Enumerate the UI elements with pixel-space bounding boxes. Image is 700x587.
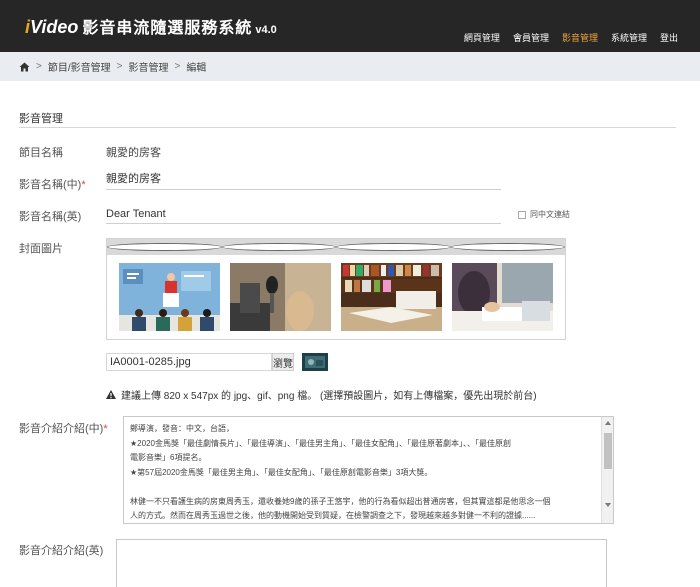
nav-member-management[interactable]: 會員管理 (513, 31, 549, 44)
top-bar: iVideo 影音串流隨選服務系統 v4.0 網頁管理 會員管理 影音管理 系統管理… (0, 0, 700, 52)
upload-hint-text: 建議上傳 820 x 547px 的 jpg、gif、png 檔。 (選擇預設圖… (121, 391, 537, 402)
upload-hint: 建議上傳 820 x 547px 的 jpg、gif、png 檔。 (選擇預設圖… (106, 387, 537, 402)
intro-zh-line: 鄭導演，發音：中文，台語， (130, 424, 234, 433)
home-icon[interactable] (19, 62, 30, 72)
cover-image-picker (106, 238, 566, 340)
breadcrumb-item-video[interactable]: 影音管理 (128, 59, 168, 74)
nav-web-management[interactable]: 網頁管理 (464, 31, 500, 44)
video-name-en-label: 影音名稱(英) (19, 211, 82, 223)
program-name-value: 親愛的房客 (106, 147, 161, 159)
intro-zh-line: 林健一不只看護生病的房東周秀玉，還收養她9歲的孫子王悠宇，他的行為看似超出普通房… (130, 496, 551, 506)
intro-zh-line: ★第57屆2020金馬獎「最佳男主角」、「最佳女配角」、「最佳原創電影音樂」3項… (130, 467, 433, 477)
cover-radio-1[interactable] (107, 243, 222, 251)
breadcrumb-separator: > (36, 61, 42, 72)
brand-logo: iVideo 影音串流隨選服務系統 v4.0 (25, 14, 277, 38)
intro-zh-line: ★2020金馬獎「最佳劇情長片」、「最佳導演」、「最佳男主角」、「最佳女配角」、… (130, 438, 511, 448)
same-as-zh-option[interactable]: 同中文連結 (518, 209, 570, 220)
cover-radio-4[interactable] (450, 243, 565, 251)
intro-en-textarea[interactable] (116, 539, 607, 587)
file-upload-row: IA0001-0285.jpg 瀏覽 (106, 353, 328, 371)
breadcrumb-separator: > (174, 61, 181, 72)
scroll-down-icon[interactable] (605, 503, 611, 507)
cover-label: 封面圖片 (19, 243, 63, 255)
brand-video: Video (30, 17, 79, 37)
nav-logout[interactable]: 登出 (660, 31, 678, 44)
cover-radio-row (107, 239, 565, 255)
intro-zh-label: 影音介紹介紹(中)* (19, 420, 108, 436)
required-mark: * (103, 423, 108, 435)
program-name-label: 節目名稱 (19, 147, 63, 159)
intro-zh-scrollbar[interactable] (601, 417, 613, 523)
top-nav: 網頁管理 會員管理 影音管理 系統管理 登出 (464, 31, 678, 44)
intro-zh-line (130, 480, 600, 495)
video-name-zh-label-text: 影音名稱(中) (19, 179, 82, 191)
video-name-zh-label: 影音名稱(中)* (19, 176, 86, 192)
breadcrumb: > 節目/影音管理 > 影音管理 > 編輯 (0, 52, 700, 81)
browse-button[interactable]: 瀏覽 (272, 353, 294, 371)
video-name-en-input[interactable]: Dear Tenant (106, 204, 501, 224)
cover-image-microphone[interactable] (230, 263, 331, 331)
same-as-zh-checkbox[interactable] (518, 210, 526, 219)
nav-system-management[interactable]: 系統管理 (611, 31, 647, 44)
video-name-zh-input[interactable]: 親愛的房客 (106, 170, 501, 190)
cover-preview-thumbnail (302, 353, 328, 371)
intro-en-label: 影音介紹介紹(英) (19, 545, 104, 557)
nav-video-management[interactable]: 影音管理 (562, 31, 598, 44)
breadcrumb-separator: > (116, 61, 123, 72)
intro-zh-label-text: 影音介紹介紹(中) (19, 423, 104, 435)
section-title: 影音管理 (19, 113, 63, 125)
cover-image-bookshelf[interactable] (341, 263, 442, 331)
intro-zh-line: 電影音樂」6項提名。 (130, 453, 207, 462)
brand-name: 影音串流隨選服務系統 (82, 20, 253, 37)
cover-radio-2[interactable] (221, 243, 336, 251)
required-mark: * (81, 179, 86, 191)
warning-icon (106, 390, 116, 399)
cover-radio-3[interactable] (336, 243, 451, 251)
section-divider (19, 127, 676, 128)
file-name-input[interactable]: IA0001-0285.jpg (106, 353, 272, 371)
cover-image-presentation[interactable] (119, 263, 220, 331)
scroll-thumb[interactable] (604, 433, 612, 469)
brand-version: v4.0 (255, 24, 277, 36)
same-as-zh-label: 同中文連結 (530, 210, 570, 219)
breadcrumb-item-program[interactable]: 節目/影音管理 (48, 59, 111, 74)
breadcrumb-item-edit: 編輯 (186, 63, 207, 74)
cover-image-writing[interactable] (452, 263, 553, 331)
intro-zh-line: 人的方式。然而在周秀玉過世之後，他的動機開始受到質疑，在檢警調查之下，發現越來越… (130, 511, 536, 520)
scroll-up-icon[interactable] (605, 421, 611, 425)
intro-zh-textarea[interactable]: 鄭導演，發音：中文，台語， ★2020金馬獎「最佳劇情長片」、「最佳導演」、「最… (123, 416, 614, 524)
intro-zh-content: 鄭導演，發音：中文，台語， ★2020金馬獎「最佳劇情長片」、「最佳導演」、「最… (130, 422, 600, 523)
